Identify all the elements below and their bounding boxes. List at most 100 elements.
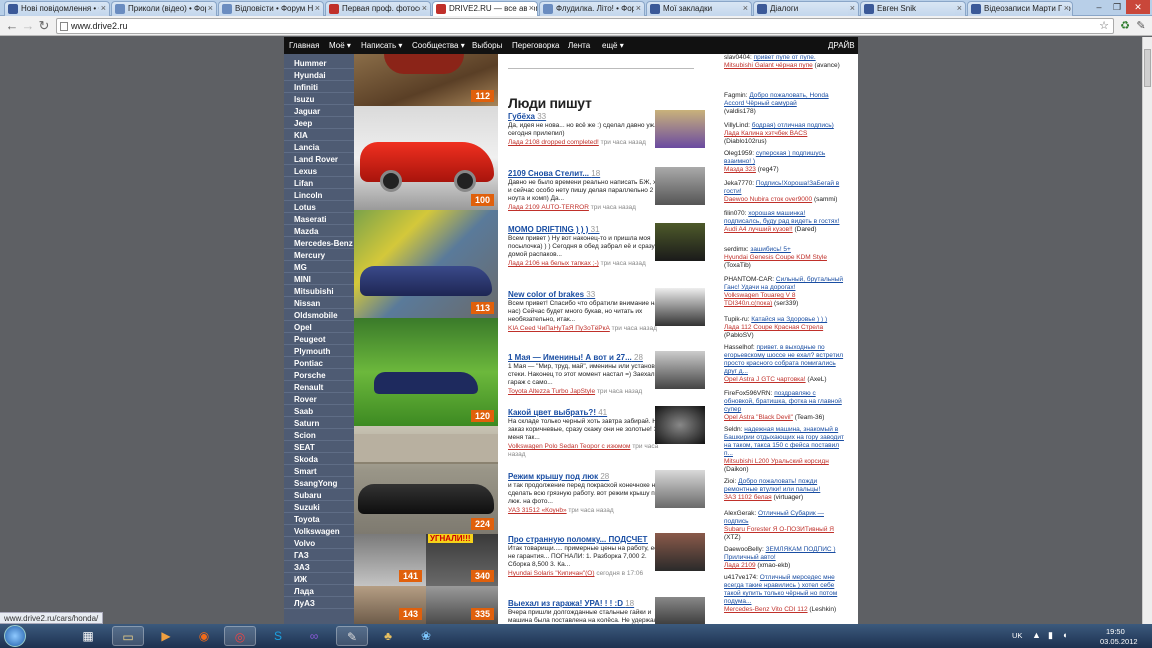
brand-link[interactable]: Skoda [284,454,354,465]
brand-link[interactable]: KIA [284,130,354,141]
game-icon[interactable]: ♣ [372,626,404,646]
brand-link[interactable]: Peugeot [284,334,354,345]
brand-link[interactable]: Toyota [284,514,354,525]
comment-text-link[interactable]: надежная машина, знакомый в Башкирии отд… [724,426,844,457]
post-thumbnail[interactable] [655,597,705,624]
tab-close-icon[interactable]: × [312,2,320,15]
nav-communities[interactable]: Сообщества ▾ [412,37,465,54]
car-photo[interactable]: 120 [354,318,498,426]
car-photo[interactable]: 141 [354,534,426,586]
browser-tab[interactable]: Відеозаписи Марти Гор × [967,1,1073,16]
comment-car-link[interactable]: Hyundai Genesis Coupe KDM Style [724,254,827,261]
comment-user-link[interactable]: filin070 [724,210,745,217]
brand-link[interactable]: Scion [284,430,354,441]
brand-link[interactable]: Opel [284,322,354,333]
brand-link[interactable]: SsangYong [284,478,354,489]
maximize-button[interactable]: ❐ [1108,0,1126,14]
brand-link[interactable]: ЛуАЗ [284,598,354,609]
brand-link[interactable]: Plymouth [284,346,354,357]
comment-user-link[interactable]: Oleg1959 [724,150,752,157]
brand-link[interactable]: Mercury [284,250,354,261]
wrench-menu-icon[interactable]: ✎ [1134,19,1148,33]
nav-more[interactable]: ещё ▾ [602,37,624,54]
brand-link[interactable]: Mercedes-Benz [284,238,354,249]
tab-close-icon[interactable]: × [1061,2,1069,15]
brand-link[interactable]: Jaguar [284,106,354,117]
clock-time[interactable]: 19:50 [1106,627,1125,636]
comment-text-link[interactable]: бодрая) отличная подпись) [752,122,834,129]
comment-text-link[interactable]: Катайся на Здоровье ) ) ) [751,316,827,323]
brand-link[interactable]: Jeep [284,118,354,129]
post-title-link[interactable]: MOMO DRIFTING ) ) ) 31 [508,225,648,234]
comment-car-link[interactable]: Лада 112 Coupe Красная Стрела [724,324,823,331]
post-car-link[interactable]: KIA Ceed ЧиПаНуТаЯ ПуЗоТёРкА [508,325,610,332]
comment-user-link[interactable]: Zioi [724,478,734,485]
forward-arrow-icon[interactable]: → [20,18,36,34]
brand-link[interactable]: ИЖ [284,574,354,585]
comment-text-link[interactable]: Добро пожаловать! пожди ремонтные втулки… [724,478,820,493]
comment-car-link[interactable]: Audi A4 лучший кузов!! [724,226,793,233]
start-button[interactable] [4,625,26,647]
brand-link[interactable]: Lifan [284,178,354,189]
car-photo[interactable]: 113 [354,210,498,318]
tab-close-icon[interactable]: × [847,2,855,15]
browser-tab[interactable]: Нові повідомлення • Ф × [4,1,110,16]
post-car-link[interactable]: Лада 2108 dropped completed! [508,139,599,146]
nav-elections[interactable]: Выборы [472,37,502,54]
page-scrollbar[interactable] [1142,37,1152,624]
comment-car-link[interactable]: Daewoo Nubira сток over9000 [724,196,812,203]
brand-link[interactable]: Infiniti [284,82,354,93]
tab-close-icon[interactable]: × [526,2,534,15]
brand-link[interactable]: Saab [284,406,354,417]
brand-link[interactable]: Pontiac [284,358,354,369]
post-car-link[interactable]: Лада 2109 AUTO-TERROR [508,204,589,211]
comment-user-link[interactable]: Seldn [724,426,741,433]
post-title-link[interactable]: 1 Мая — Именины! А вот и 27... 28 [508,353,648,362]
post-title-link[interactable]: Выехал из гаража! УРА! ! ! :D 18 [508,599,648,608]
nav-drive-logo[interactable]: ДРАЙВ [828,37,855,54]
post-title-link[interactable]: Про странную поломку... ПОДСЧЕТ ЦИФР... … [508,535,648,544]
scrollbar-thumb[interactable] [1144,49,1151,87]
comment-user-link[interactable]: VillyLind [724,122,748,129]
comment-user-link[interactable]: FireFox596VRN [724,390,771,397]
explorer-icon[interactable]: ▭ [112,626,144,646]
browser-tab[interactable]: Флудилка. Літо! • Фору × [539,1,645,16]
brand-link[interactable]: MINI [284,274,354,285]
comment-user-link[interactable]: Tupik-ru [724,316,748,323]
brand-link[interactable]: Porsche [284,370,354,381]
brand-link[interactable]: ГАЗ [284,550,354,561]
tray-arrow-icon[interactable]: ▲ [1032,630,1041,640]
brand-link[interactable]: Oldsmobile [284,310,354,321]
comment-car-link[interactable]: Subaru Forester Я О-ПОЗИТивный Я [724,526,834,533]
language-indicator[interactable]: UK [1012,631,1022,640]
car-photo[interactable]: 224 [354,426,498,534]
browser-tab[interactable]: Первая проф. фотосес × [325,1,431,16]
brand-link[interactable]: Isuzu [284,94,354,105]
comment-car-link[interactable]: Opel Astra "Black Devil" [724,414,793,421]
car-photo[interactable]: 100 [354,106,498,210]
media-player-icon[interactable]: ▶ [150,626,182,646]
tab-close-icon[interactable]: × [419,2,427,15]
car-photo[interactable]: 143 [354,586,426,624]
brand-link[interactable]: SEAT [284,442,354,453]
comment-user-link[interactable]: DaewooBelly [724,546,762,553]
post-thumbnail[interactable] [655,351,705,389]
car-photo[interactable]: УГНАЛИ!!! 340 [426,534,498,586]
post-thumbnail[interactable] [655,223,705,261]
tab-close-icon[interactable]: × [205,2,213,15]
brand-link[interactable]: ЗАЗ [284,562,354,573]
comment-user-link[interactable]: Hasselhof [724,344,753,351]
post-thumbnail[interactable] [655,533,705,571]
post-thumbnail[interactable] [655,470,705,508]
comment-text-link[interactable]: зашибись! 5+ [750,246,790,253]
brand-link[interactable]: Lancia [284,142,354,153]
nav-write[interactable]: Написать ▾ [361,37,402,54]
brand-link[interactable]: Mazda [284,226,354,237]
brand-link[interactable]: Hummer [284,58,354,69]
address-bar[interactable]: www.drive2.ru ☆ [56,18,1114,34]
browser-tab[interactable]: Евген Snik × [860,1,966,16]
post-title-link[interactable]: New color of brakes 33 [508,290,648,299]
tab-close-icon[interactable]: × [740,2,748,15]
comment-user-link[interactable]: PHANTOM-CAR [724,276,772,283]
comment-user-link[interactable]: serdimx [724,246,747,253]
